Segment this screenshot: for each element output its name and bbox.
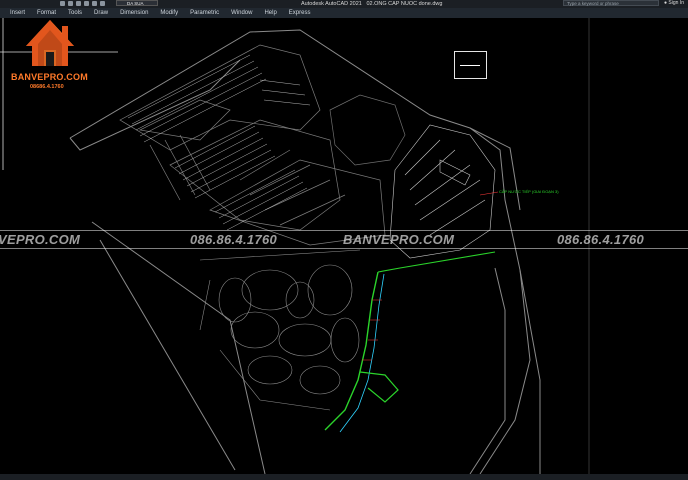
brand-name: BANVEPRO.COM bbox=[11, 72, 88, 82]
viewcube-line bbox=[460, 65, 480, 66]
house-logo-icon bbox=[26, 20, 74, 66]
pipe-annotation: CẤP NƯỚC TIẾP (GIAI ĐOẠN 3) bbox=[499, 189, 559, 194]
window-title: Autodesk AutoCAD 2021 02.ONG CAP NUOC do… bbox=[301, 1, 443, 7]
open-file-icon[interactable] bbox=[68, 1, 73, 6]
menu-help[interactable]: Help bbox=[258, 8, 282, 18]
menu-modify[interactable]: Modify bbox=[154, 8, 184, 18]
plot-icon[interactable] bbox=[100, 1, 105, 6]
watermark-band-top bbox=[0, 230, 688, 231]
menu-dimension[interactable]: Dimension bbox=[114, 8, 154, 18]
annotation-leader bbox=[479, 191, 499, 196]
watermark-text-1: VEPRO.COM bbox=[0, 232, 81, 247]
watermark-phone-2: 086.86.4.1760 bbox=[557, 232, 645, 247]
menu-parametric[interactable]: Parametric bbox=[184, 8, 225, 18]
menu-window[interactable]: Window bbox=[225, 8, 258, 18]
new-file-icon[interactable] bbox=[60, 1, 65, 6]
brand-phone: 08686.4.1760 bbox=[30, 84, 64, 90]
residential-loops bbox=[199, 249, 361, 411]
watermark-text-2: BANVEPRO.COM bbox=[343, 232, 455, 247]
lake-outline bbox=[329, 94, 406, 166]
save-icon[interactable] bbox=[76, 1, 81, 6]
upper-district bbox=[119, 44, 386, 246]
menu-express[interactable]: Express bbox=[283, 8, 317, 18]
signin-button[interactable]: ● Sign In bbox=[664, 0, 684, 7]
layer-dropdown[interactable]: DA SUA bbox=[116, 0, 158, 6]
watermark-band-bottom bbox=[0, 248, 688, 249]
undo-icon[interactable] bbox=[84, 1, 89, 6]
status-bar bbox=[0, 474, 688, 480]
redo-icon[interactable] bbox=[92, 1, 97, 6]
pipe-network bbox=[324, 251, 496, 433]
watermark-phone-1: 086.86.4.1760 bbox=[190, 232, 278, 247]
site-boundary bbox=[69, 29, 541, 474]
title-bar: DA SUA Autodesk AutoCAD 2021 02.ONG CAP … bbox=[0, 0, 688, 8]
search-input[interactable]: Type a keyword or phrase bbox=[563, 0, 659, 6]
